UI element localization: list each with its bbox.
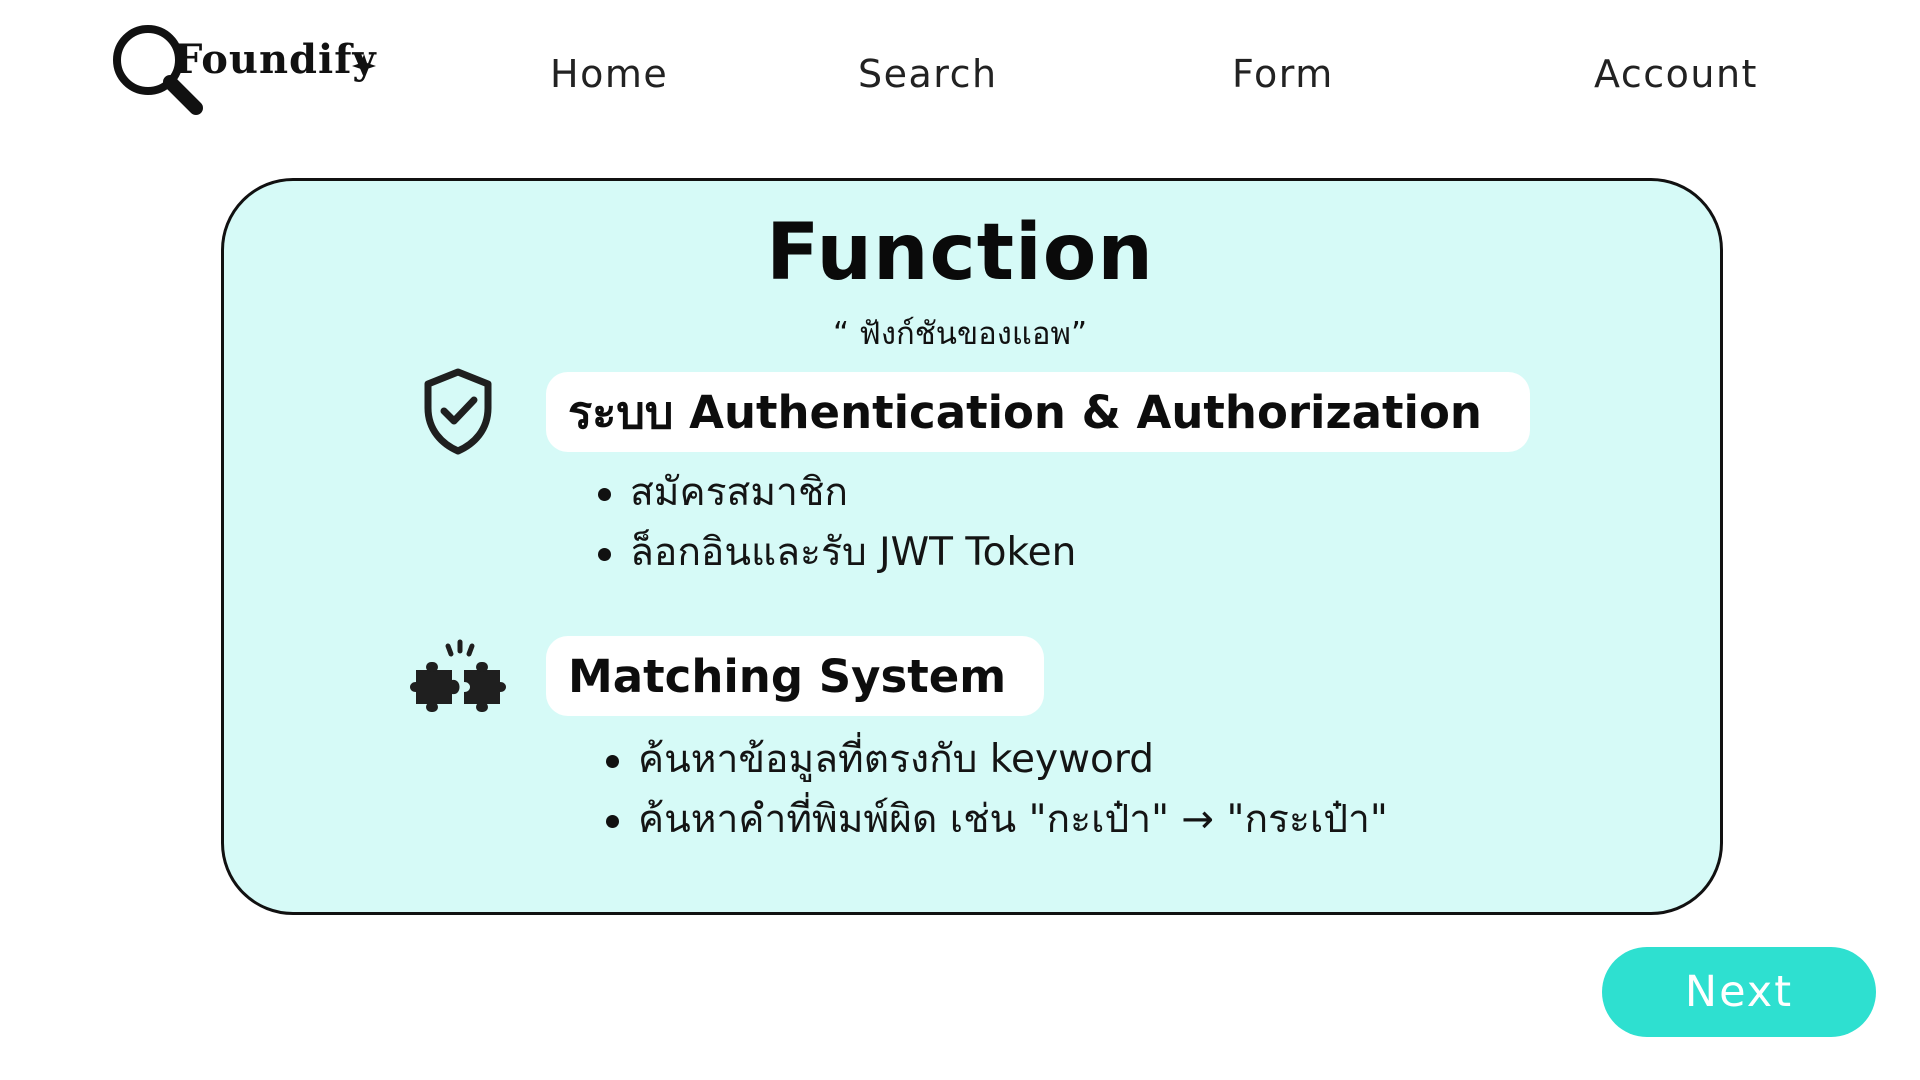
page-subtitle: “ ฟังก์ชันของแอพ” [832, 316, 1088, 352]
matching-feature-list: ค้นหาข้อมูลที่ตรงกับ keyword ค้นหาคำที่พ… [602, 730, 1388, 850]
foundify-logo[interactable]: Foundify [108, 22, 388, 122]
list-item: สมัครสมาชิก [594, 463, 1076, 523]
nav-account[interactable]: Account [1594, 52, 1758, 96]
list-item: ค้นหาคำที่พิมพ์ผิด เช่น "กะเป๋า" → "กระเ… [602, 790, 1388, 850]
section-heading-auth: ระบบ Authentication & Authorization [546, 372, 1530, 452]
puzzle-icon [410, 639, 506, 712]
list-item: ล็อกอินและรับ JWT Token [594, 523, 1076, 583]
list-item: ค้นหาข้อมูลที่ตรงกับ keyword [602, 730, 1388, 790]
section-heading-auth-text: ระบบ Authentication & Authorization [568, 386, 1482, 439]
auth-feature-list: สมัครสมาชิก ล็อกอินและรับ JWT Token [594, 463, 1076, 583]
shield-check-icon [424, 368, 492, 455]
page-title: Function [766, 208, 1154, 298]
next-button[interactable]: Next [1602, 947, 1876, 1037]
nav-search[interactable]: Search [858, 52, 998, 96]
nav-home[interactable]: Home [550, 52, 668, 96]
next-button-label: Next [1684, 967, 1794, 1017]
section-heading-matching-text: Matching System [568, 649, 1007, 703]
logo-wordmark: Foundify [174, 36, 377, 83]
section-heading-matching: Matching System [546, 636, 1044, 716]
nav-form[interactable]: Form [1232, 52, 1334, 96]
sparkle-icon [352, 54, 376, 78]
